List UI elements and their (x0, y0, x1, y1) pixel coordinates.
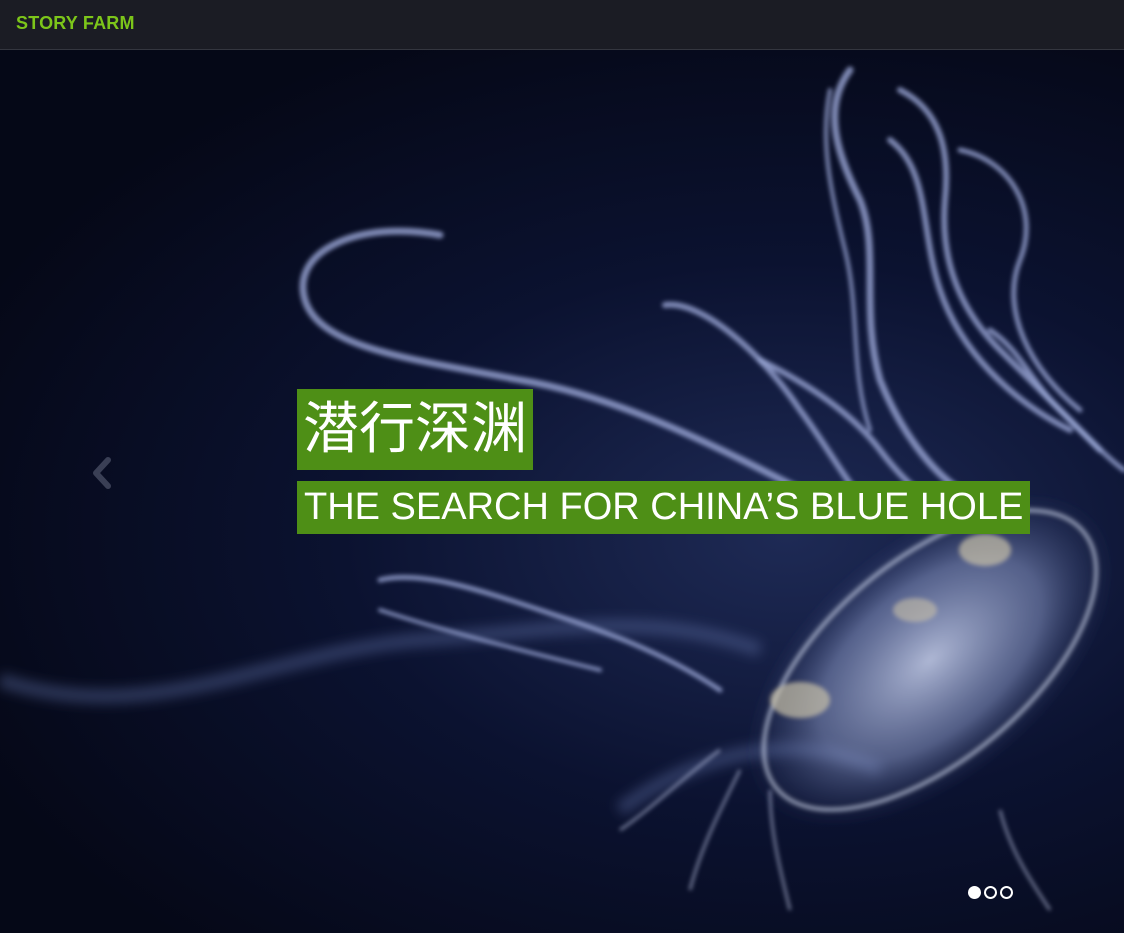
hero-title-english: THE SEARCH FOR CHINA’S BLUE HOLE (297, 481, 1031, 534)
top-navbar: STORY FARM (0, 0, 1124, 50)
carousel-dot-1[interactable] (968, 886, 981, 899)
carousel-prev-button[interactable] (88, 455, 114, 491)
hero-carousel: 潜行深渊 THE SEARCH FOR CHINA’S BLUE HOLE (0, 50, 1124, 933)
carousel-dot-3[interactable] (1000, 886, 1013, 899)
chevron-left-icon (93, 457, 111, 489)
hero-title-chinese: 潜行深渊 (297, 389, 533, 470)
brand-logo-link[interactable]: STORY FARM (16, 13, 135, 34)
carousel-indicators (968, 886, 1013, 899)
carousel-dot-2[interactable] (984, 886, 997, 899)
